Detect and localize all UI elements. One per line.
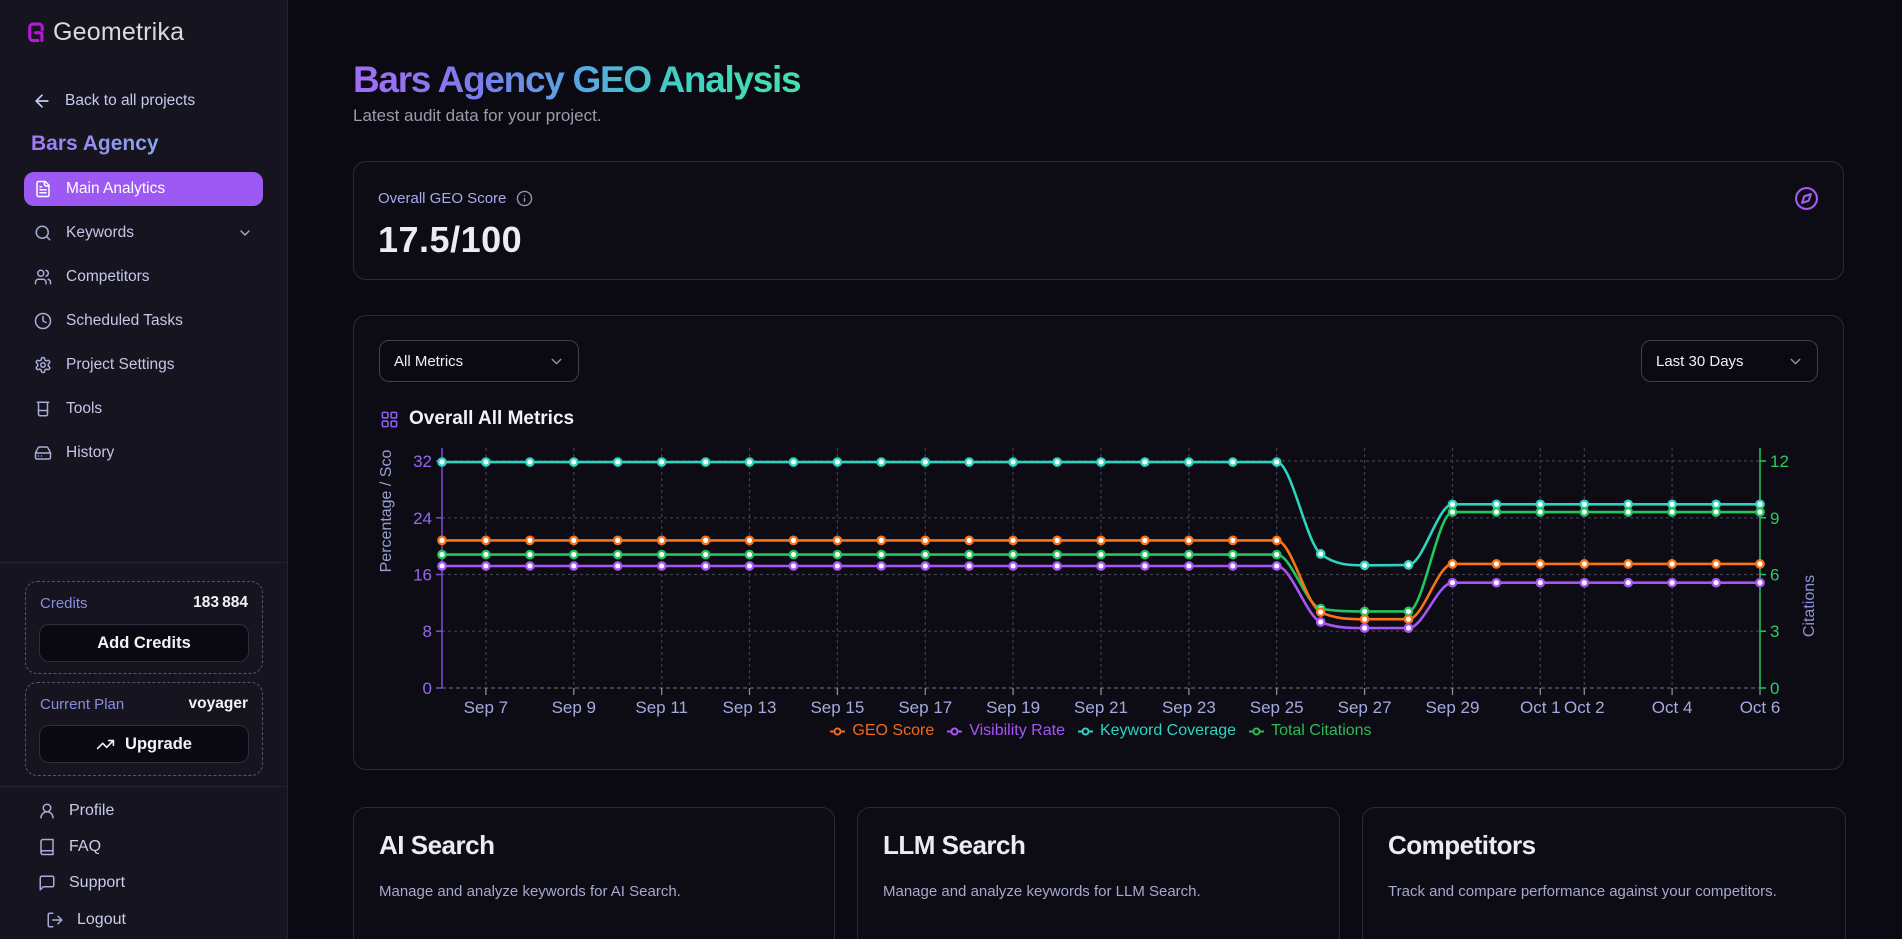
svg-text:Oct 2: Oct 2 <box>1564 698 1605 717</box>
svg-text:0: 0 <box>1770 679 1779 698</box>
svg-text:Percentage / Sco: Percentage / Sco <box>378 450 395 573</box>
svg-text:Sep 9: Sep 9 <box>552 698 596 717</box>
svg-text:0: 0 <box>423 679 432 698</box>
svg-text:8: 8 <box>423 622 432 641</box>
svg-text:Oct 6: Oct 6 <box>1740 698 1781 717</box>
svg-text:6: 6 <box>1770 566 1779 585</box>
svg-text:Sep 29: Sep 29 <box>1426 698 1480 717</box>
svg-text:Sep 13: Sep 13 <box>723 698 777 717</box>
svg-text:Sep 17: Sep 17 <box>898 698 952 717</box>
svg-text:Oct 1: Oct 1 <box>1520 698 1561 717</box>
svg-text:12: 12 <box>1770 452 1789 471</box>
svg-text:Sep 25: Sep 25 <box>1250 698 1304 717</box>
svg-text:Sep 21: Sep 21 <box>1074 698 1128 717</box>
svg-text:Sep 23: Sep 23 <box>1162 698 1216 717</box>
svg-text:Sep 19: Sep 19 <box>986 698 1040 717</box>
svg-text:Citations: Citations <box>1801 575 1818 637</box>
svg-text:Oct 4: Oct 4 <box>1652 698 1693 717</box>
svg-text:16: 16 <box>413 566 432 585</box>
svg-text:32: 32 <box>413 452 432 471</box>
svg-text:9: 9 <box>1770 509 1779 528</box>
svg-text:Sep 27: Sep 27 <box>1338 698 1392 717</box>
svg-text:3: 3 <box>1770 622 1779 641</box>
svg-text:Sep 7: Sep 7 <box>464 698 508 717</box>
svg-text:Sep 11: Sep 11 <box>635 698 688 717</box>
svg-text:24: 24 <box>413 509 432 528</box>
svg-text:Sep 15: Sep 15 <box>810 698 864 717</box>
